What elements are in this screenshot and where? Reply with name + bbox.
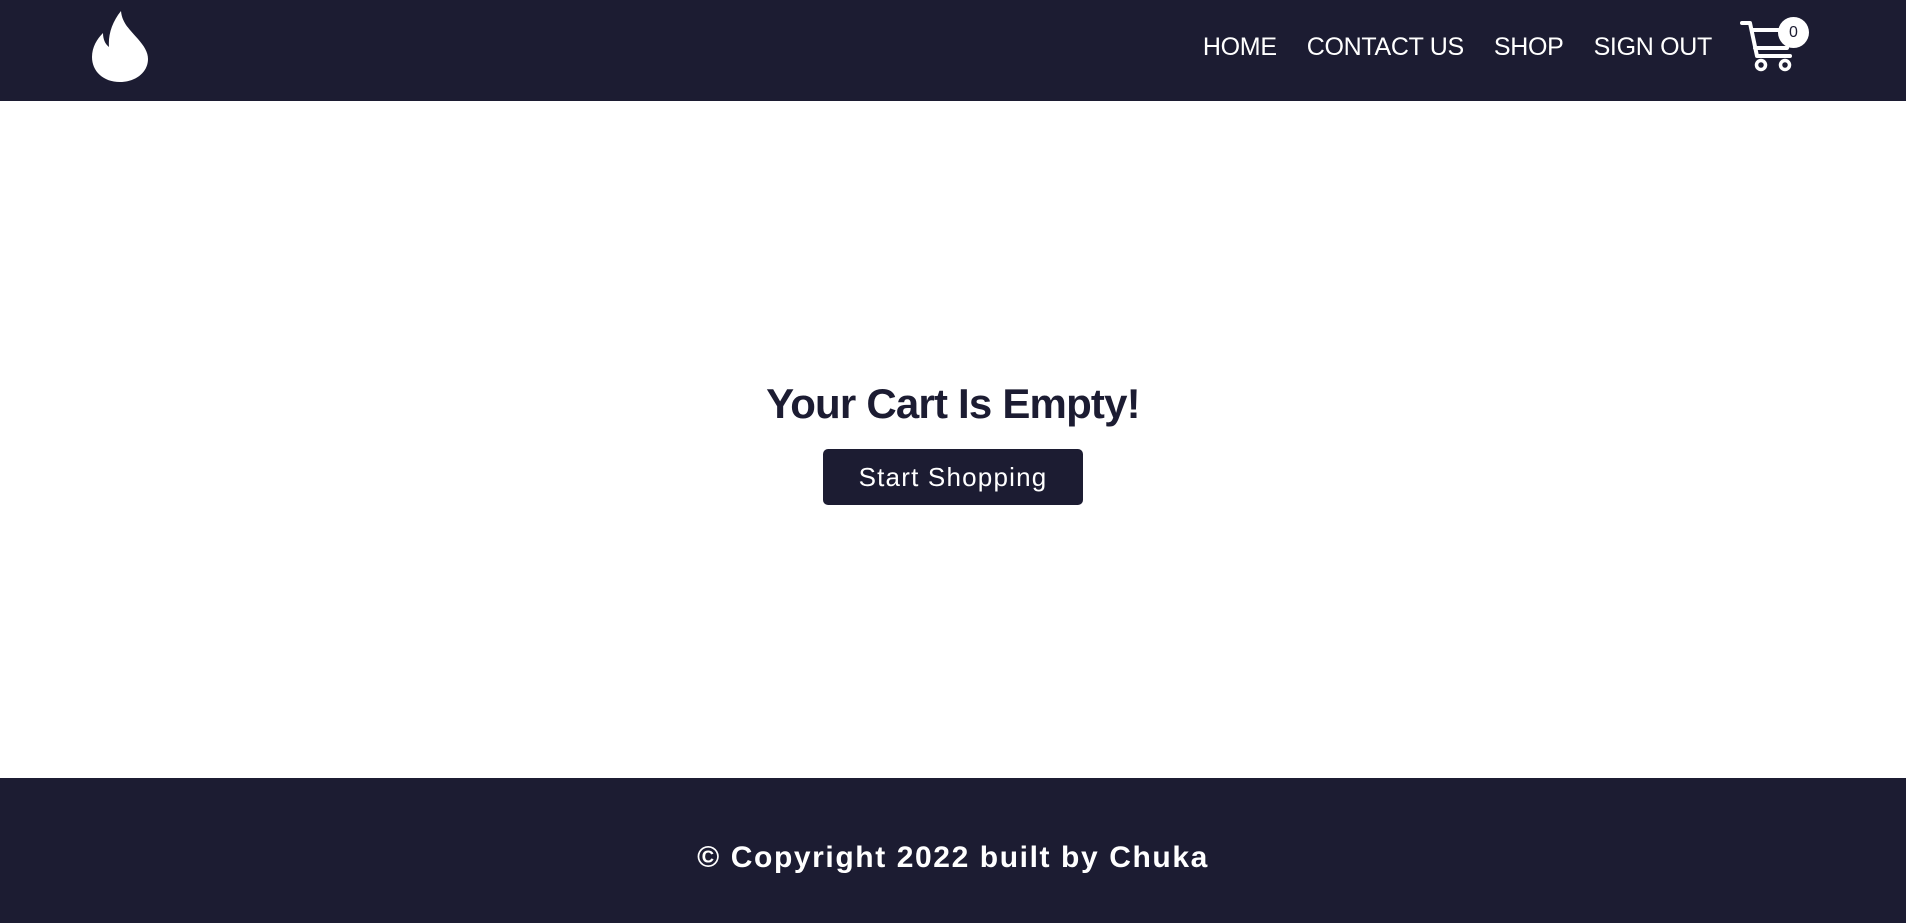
start-shopping-button[interactable]: Start Shopping: [823, 449, 1083, 505]
top-navbar: HOME CONTACT US SHOP SIGN OUT 0: [0, 0, 1906, 101]
cart-page: Your Cart Is Empty! Start Shopping: [0, 101, 1906, 778]
nav-home-link[interactable]: HOME: [1203, 33, 1277, 62]
copyright-text: © Copyright 2022 built by Chuka: [697, 840, 1209, 874]
nav-sign-out-link[interactable]: SIGN OUT: [1594, 33, 1713, 62]
nav-contact-us-link[interactable]: CONTACT US: [1307, 33, 1465, 62]
logo-link[interactable]: [90, 9, 150, 83]
main-nav: HOME CONTACT US SHOP SIGN OUT: [1203, 0, 1712, 94]
cart-count-badge: 0: [1778, 17, 1809, 48]
page-footer: © Copyright 2022 built by Chuka: [0, 778, 1906, 923]
nav-shop-link[interactable]: SHOP: [1494, 33, 1564, 62]
empty-cart-panel: Your Cart Is Empty! Start Shopping: [0, 377, 1906, 505]
cart-button[interactable]: 0: [1740, 14, 1810, 74]
flame-icon: [92, 11, 148, 82]
empty-cart-heading: Your Cart Is Empty!: [766, 380, 1141, 427]
